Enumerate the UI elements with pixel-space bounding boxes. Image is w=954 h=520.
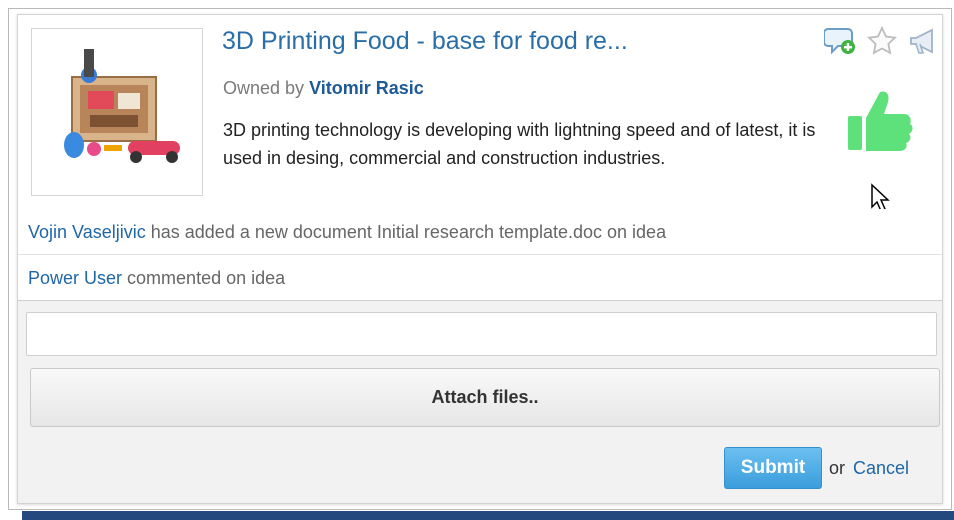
- cancel-link[interactable]: Cancel: [853, 458, 909, 479]
- idea-title[interactable]: 3D Printing Food - base for food re...: [222, 27, 628, 56]
- activity-actor-link[interactable]: Vojin Vaseljivic: [28, 222, 146, 242]
- 3d-printer-image: [64, 49, 180, 163]
- star-icon[interactable]: [866, 25, 898, 62]
- comment-input[interactable]: [26, 312, 937, 356]
- activity-text: has added a new document Initial researc…: [150, 222, 667, 242]
- idea-summary: 3D Printing Food - base for food re... O…: [18, 15, 942, 213]
- owner-link[interactable]: Vitomir Rasic: [309, 78, 424, 98]
- idea-card: 3D Printing Food - base for food re... O…: [17, 14, 943, 504]
- megaphone-icon[interactable]: [907, 25, 939, 62]
- owned-by-label: Owned by: [223, 78, 305, 98]
- comment-add-icon[interactable]: [823, 25, 856, 62]
- activity-item: Power User commented on idea: [18, 255, 942, 301]
- submit-button[interactable]: Submit: [724, 447, 822, 489]
- attach-files-button[interactable]: Attach files..: [30, 368, 940, 427]
- thumbs-up-icon[interactable]: [844, 88, 914, 159]
- activity-actor-link[interactable]: Power User: [28, 268, 122, 288]
- idea-description: 3D printing technology is developing wit…: [223, 120, 816, 168]
- idea-thumbnail[interactable]: [31, 28, 203, 196]
- activity-item: Vojin Vaseljivic has added a new documen…: [18, 209, 942, 255]
- or-label: or: [829, 458, 846, 478]
- comment-form: Attach files.. Submit or Cancel: [18, 305, 942, 505]
- activity-text: commented on idea: [127, 268, 286, 288]
- idea-owner: Owned by Vitomir Rasic: [223, 78, 424, 99]
- footer-bar: [22, 511, 954, 520]
